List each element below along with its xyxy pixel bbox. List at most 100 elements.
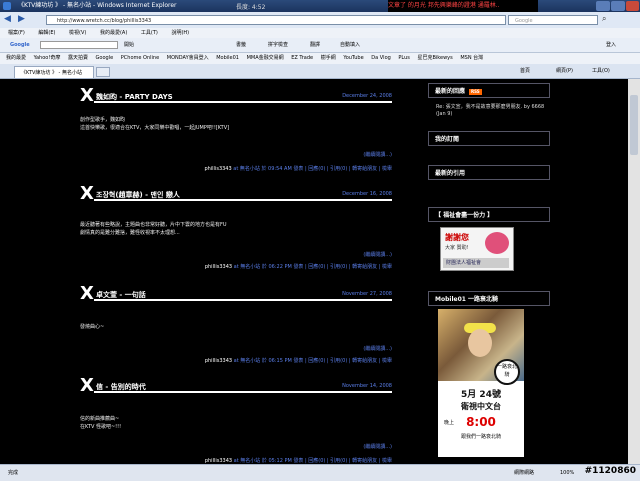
url-input[interactable]: http://www.wretch.cc/blog/phillis3343 — [46, 15, 506, 25]
post-meta-links[interactable]: at 無名小站 於 06:22 PM 發表 | 回應(0) | 引用(0) | … — [232, 264, 392, 270]
latest-comments-header: 最新的回應 RSS — [428, 83, 550, 98]
new-tab-button[interactable] — [96, 67, 110, 77]
read-more-link[interactable]: (繼續閱讀...) — [363, 345, 392, 352]
latest-comment-link[interactable]: Re: 張文宣，我不是故意要那麼男朋友. by 6668 (Jan 9) — [436, 104, 548, 118]
maximize-button[interactable] — [611, 1, 625, 11]
menu-help[interactable]: 說明(H) — [171, 30, 189, 36]
post-author[interactable]: phillis3343 — [205, 358, 232, 364]
security-zone: 網際網路 — [514, 470, 535, 476]
blog-post: X 信 - 告別的時代 November 14, 2008 信的新曲推薦曲~ 在… — [80, 375, 400, 464]
favorite-link[interactable]: PChome Online — [121, 55, 159, 61]
favorite-link[interactable]: MONDAY會員登入 — [167, 55, 209, 61]
ad-headline: 謝謝您 — [445, 233, 469, 242]
favorite-link[interactable]: PLus — [398, 55, 410, 61]
scrollbar-thumb[interactable] — [630, 95, 638, 155]
mobile01-header: Mobile01 一路衰北騎 — [428, 291, 550, 306]
post-body: 創作型歌手，魏如昀 這首快樂歌，很適合在KTV，大家同樂中歡唱，一起JUMP吧!… — [80, 116, 380, 132]
charity-header: 【 福祉會盡一份力 】 — [428, 207, 550, 222]
subscriptions-header[interactable]: 我的訂閱 — [428, 131, 550, 146]
favorite-link[interactable]: MSN 台灣 — [460, 55, 483, 61]
home-button[interactable]: 首頁 — [520, 64, 530, 78]
ad-heart-icon — [485, 232, 509, 254]
mobile01-ad-banner[interactable]: 一路衰北騎 5月 24號 衛視中文台 晚上 8:00 跟我們一路衰北騎 — [438, 309, 524, 457]
vertical-scrollbar[interactable] — [628, 79, 640, 464]
post-body: 發燒曲心~ — [80, 323, 380, 331]
menu-file[interactable]: 檔案(F) — [8, 30, 25, 36]
post-meta: phillis3343 at 無名小站 於 06:15 PM 發表 | 回應(0… — [205, 357, 392, 364]
menu-tools[interactable]: 工具(T) — [141, 30, 158, 36]
google-search-input[interactable] — [40, 41, 118, 49]
ad-footer: 財團法人福祉會 — [443, 258, 509, 268]
menu-favorites[interactable]: 我的最愛(A) — [100, 30, 127, 36]
post-text-line: 信的新曲推薦曲~ — [80, 416, 120, 422]
signin-button[interactable]: 登入 — [606, 38, 616, 52]
post-author[interactable]: phillis3343 — [204, 166, 231, 172]
translate-button[interactable]: 翻譯 — [310, 38, 320, 52]
post-text-line: 劇情真的是難分難捨，難怪收視率不太理想... — [80, 230, 180, 236]
ad-date: 5月 24號 — [461, 390, 501, 400]
post-divider — [94, 391, 392, 393]
post-date: December 24, 2008 — [342, 93, 392, 99]
blog-post: X 조장혁(趙章赫) - 맨인 戀人 December 16, 2008 最近聽… — [80, 185, 400, 270]
post-divider — [94, 199, 392, 201]
favorite-link[interactable]: Google — [96, 55, 114, 61]
post-text-line: 發燒曲心~ — [80, 324, 105, 330]
google-go-button[interactable]: 開始 — [124, 38, 134, 52]
blog-post: X 卓文萱 - 一句話 November 27, 2008 發燒曲心~ (繼續閱… — [80, 283, 400, 367]
spellcheck-button[interactable]: 拼字檢查 — [268, 38, 288, 52]
address-bar: ◀ ▶ http://www.wretch.cc/blog/phillis334… — [0, 12, 640, 28]
post-author[interactable]: phillis3343 — [205, 264, 232, 270]
read-more-link[interactable]: (繼續閱讀...) — [363, 443, 392, 450]
tools-menu[interactable]: 工具(O) — [592, 64, 610, 78]
rss-icon[interactable]: RSS — [469, 89, 482, 95]
post-divider — [94, 299, 392, 301]
favorite-link[interactable]: Mobile01 — [216, 55, 239, 61]
post-meta-links[interactable]: at 無名小站 於 09:54 AM 發表 | 回應(0) | 引用(0) | … — [232, 166, 392, 172]
watermark-id: #1120860 — [584, 466, 636, 476]
read-more-link[interactable]: (繼續閱讀...) — [363, 151, 392, 158]
post-meta: phillis3343 at 無名小站 於 05:12 PM 發表 | 回應(0… — [205, 457, 392, 464]
favorite-link[interactable]: MMA金融交易網 — [247, 55, 284, 61]
trackbacks-panel: 最新的引用 — [428, 165, 550, 181]
post-date: November 27, 2008 — [342, 291, 392, 297]
ad-footer: 跟我們一路衰北騎 — [460, 434, 501, 440]
bookmarks-button[interactable]: 書籤 — [236, 38, 246, 52]
search-input[interactable]: Google — [508, 15, 598, 25]
page-menu[interactable]: 網頁(P) — [556, 64, 573, 78]
post-date: December 16, 2008 — [342, 191, 392, 197]
favorite-link[interactable]: Da Vlog — [371, 55, 391, 61]
tab-current[interactable]: 《KTV練功坊 》 - 無名小站 — [14, 66, 94, 78]
menu-bar: 檔案(F) 編輯(E) 檢視(V) 我的最愛(A) 工具(T) 說明(H) — [0, 28, 640, 38]
post-date: November 14, 2008 — [342, 383, 392, 389]
post-meta-links[interactable]: at 無名小站 於 06:15 PM 發表 | 回應(0) | 引用(0) | … — [232, 358, 392, 364]
window-title: 《KTV練功坊 》 - 無名小站 - Windows Internet Expl… — [18, 2, 177, 9]
forward-button[interactable]: ▶ — [18, 14, 25, 24]
menu-view[interactable]: 檢視(V) — [69, 30, 86, 36]
menu-edit[interactable]: 編輯(E) — [38, 30, 55, 36]
google-logo: Google — [10, 42, 30, 48]
favorite-link[interactable]: 露天拍賣 — [68, 55, 88, 61]
favorite-link[interactable]: EZ Trade — [291, 55, 313, 61]
favorite-link[interactable]: 樹手網 — [321, 55, 336, 61]
blog-post: X 魏如昀 - PARTY DAYS December 24, 2008 創作型… — [80, 87, 400, 172]
minimize-button[interactable] — [596, 1, 610, 11]
page-content: X 魏如昀 - PARTY DAYS December 24, 2008 創作型… — [0, 79, 628, 464]
ad-channel: 衛視中文台 — [461, 402, 501, 411]
trackbacks-header[interactable]: 最新的引用 — [428, 165, 550, 180]
favorite-link[interactable]: YouTube — [343, 55, 363, 61]
charity-ad-banner[interactable]: 謝謝您 大家 贊助! 財團法人福祉會 — [440, 227, 514, 271]
post-x-icon: X — [80, 375, 94, 396]
close-button[interactable] — [626, 1, 639, 11]
post-body: 最近聽著有些略說，主題曲也非常好聽，片中下雲的地方也是有FU 劇情真的是難分難捨… — [80, 221, 380, 237]
read-more-link[interactable]: (繼續閱讀...) — [363, 251, 392, 258]
zoom-level[interactable]: 100% — [560, 465, 574, 481]
post-text-line: 在KTV 怪歌吧~!!! — [80, 424, 122, 430]
favorites-button[interactable]: 我的最愛 — [6, 55, 26, 61]
favorite-link[interactable]: Yahoo!奇摩 — [34, 55, 61, 61]
post-x-icon: X — [80, 283, 94, 304]
search-icon[interactable]: ⌕ — [602, 14, 606, 24]
back-button[interactable]: ◀ — [4, 14, 11, 24]
latest-comments-panel: 最新的回應 RSS Re: 張文宣，我不是故意要那麼男朋友. by 6668 (J… — [428, 83, 550, 123]
autofill-button[interactable]: 自動填入 — [340, 38, 360, 52]
favorite-link[interactable]: 星巴克Bikewys — [417, 55, 452, 61]
